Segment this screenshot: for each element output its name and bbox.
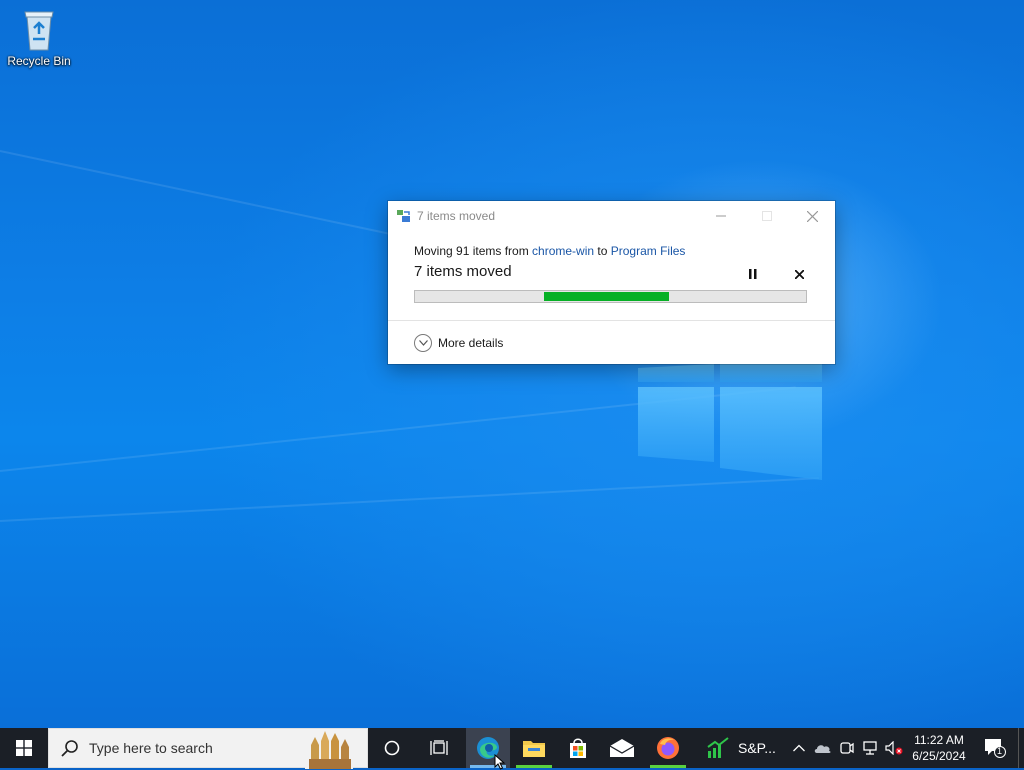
taskbar-firefox[interactable] <box>646 728 690 768</box>
cortana-icon <box>384 740 400 756</box>
moving-prefix: Moving 91 items from <box>414 244 533 258</box>
onedrive-tray[interactable] <box>812 728 834 768</box>
chevron-up-icon <box>793 744 805 752</box>
minimize-icon <box>716 215 726 217</box>
chevron-down-icon <box>414 334 432 352</box>
volume-tray[interactable] <box>884 728 904 768</box>
pause-button[interactable] <box>744 265 762 283</box>
search-icon <box>61 740 78 757</box>
meet-now-icon <box>840 742 854 754</box>
more-details-toggle[interactable]: More details <box>414 332 503 354</box>
meet-now-tray[interactable] <box>836 728 858 768</box>
start-button[interactable] <box>0 728 48 768</box>
cortana-button[interactable] <box>370 728 414 768</box>
file-move-dialog: 7 items moved Moving 91 items from chrom… <box>388 201 835 364</box>
progress-status: 7 items moved <box>414 263 512 280</box>
firefox-icon <box>657 737 679 759</box>
taskbar-stocks-widget[interactable]: S&P... <box>700 728 786 768</box>
move-items-icon <box>397 210 410 222</box>
clock[interactable]: 11:22 AM 6/25/2024 <box>902 728 976 768</box>
window-title: 7 items moved <box>417 209 496 223</box>
notification-icon <box>985 739 1006 758</box>
title-bar[interactable]: 7 items moved <box>388 201 835 231</box>
destination-folder-link[interactable]: Program Files <box>611 244 686 258</box>
progress-fill <box>544 292 670 301</box>
close-button[interactable] <box>789 201 835 231</box>
stocks-label: S&P... <box>738 740 776 756</box>
search-highlight-image <box>305 729 353 769</box>
network-icon <box>863 741 877 755</box>
clock-date: 6/25/2024 <box>912 749 966 763</box>
recycle-bin-icon <box>24 11 54 51</box>
desktop: Recycle Bin <box>0 0 1024 728</box>
clock-time: 11:22 AM <box>914 733 964 747</box>
more-details-label: More details <box>438 336 504 350</box>
show-hidden-icons-button[interactable] <box>788 728 810 768</box>
to-word: to <box>594 244 611 258</box>
close-icon <box>806 210 818 222</box>
close-icon <box>794 269 804 279</box>
progress-bar <box>414 290 807 303</box>
source-folder-link[interactable]: chrome-win <box>532 244 594 258</box>
store-icon <box>570 738 586 758</box>
maximize-icon <box>762 211 772 221</box>
show-desktop-button[interactable] <box>1018 728 1024 768</box>
moving-summary: Moving 91 items from chrome-win to Progr… <box>414 244 685 258</box>
taskbar-file-explorer[interactable] <box>512 728 556 768</box>
action-center-button[interactable]: 1 <box>978 728 1012 768</box>
start-icon <box>16 740 32 756</box>
notification-count: 1 <box>997 746 1003 756</box>
search-box[interactable]: Type here to search <box>48 728 368 769</box>
maximize-button[interactable] <box>744 201 790 231</box>
minimize-button[interactable] <box>698 201 744 231</box>
task-view-icon <box>430 740 448 755</box>
search-placeholder: Type here to search <box>89 740 213 756</box>
recycle-bin-label: Recycle Bin <box>7 54 71 68</box>
mail-icon <box>610 739 634 757</box>
taskbar: Type here to search S&P... 11:22 AM 6/25… <box>0 728 1024 769</box>
divider <box>388 320 835 321</box>
volume-muted-icon <box>885 741 903 755</box>
network-tray[interactable] <box>860 728 882 768</box>
stocks-icon <box>707 737 729 758</box>
light-beam <box>0 477 819 522</box>
onedrive-icon <box>814 745 831 753</box>
task-view-button[interactable] <box>416 728 462 768</box>
windows-logo-wallpaper <box>636 362 826 482</box>
pause-icon <box>749 269 757 279</box>
taskbar-mail[interactable] <box>600 728 644 768</box>
file-explorer-icon <box>523 741 545 757</box>
recycle-bin[interactable]: Recycle Bin <box>6 6 72 68</box>
taskbar-store[interactable] <box>556 728 600 768</box>
cancel-operation-button[interactable] <box>790 265 808 283</box>
